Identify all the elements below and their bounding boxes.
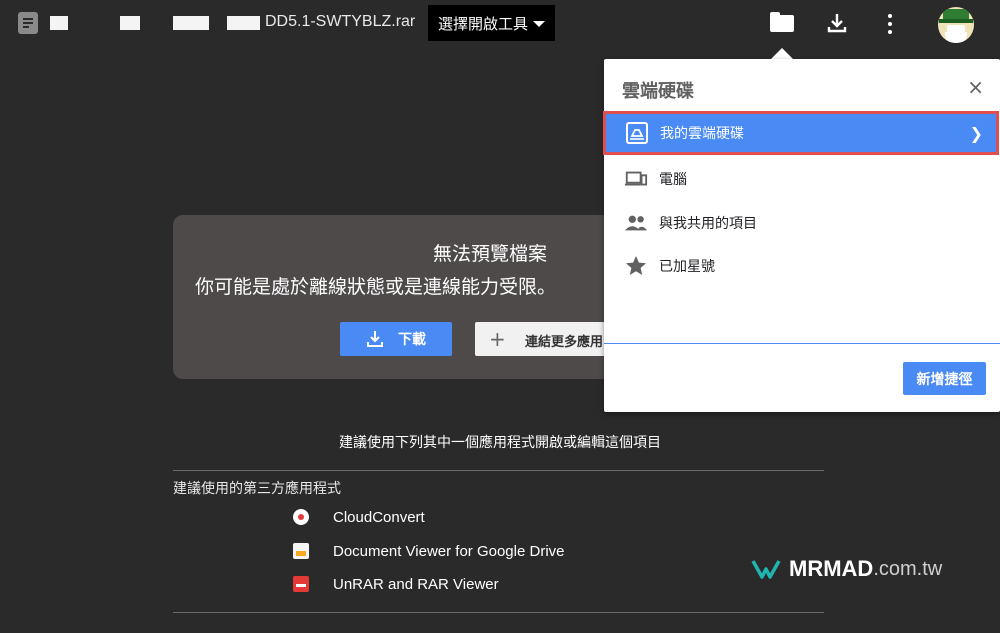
mrmad-logo-icon xyxy=(751,560,781,579)
chevron-right-icon: ❯ xyxy=(969,123,983,143)
star-icon xyxy=(626,256,646,275)
file-name: DD5.1-SWTYBLZ.rar xyxy=(265,13,416,30)
popup-item-shared-with-me[interactable]: 與我共用的項目 xyxy=(604,203,1000,243)
download-icon[interactable] xyxy=(826,12,848,34)
file-type-icon xyxy=(18,12,38,34)
more-options-icon[interactable] xyxy=(887,14,893,34)
preview-title: 無法預覽檔案 xyxy=(433,243,548,265)
app-item-rar-viewer[interactable]: UnRAR and RAR Viewer xyxy=(293,574,499,594)
drive-icon xyxy=(626,122,648,144)
divider xyxy=(173,470,824,471)
app-name: Document Viewer for Google Drive xyxy=(333,542,565,560)
download-icon xyxy=(367,331,383,347)
plus-icon: + xyxy=(489,327,506,351)
open-with-dropdown[interactable]: 選擇開啟工具 xyxy=(428,5,555,41)
watermark-logo: MRMAD .com.tw xyxy=(751,556,942,582)
redacted-text-block xyxy=(50,16,68,30)
popup-item-label: 我的雲端硬碟 xyxy=(660,126,744,142)
popup-title: 雲端硬碟 xyxy=(622,81,694,102)
caret-down-icon xyxy=(533,21,545,27)
drive-location-popup: 雲端硬碟 × 我的雲端硬碟 ❯ 電腦 與我共用的項目 已加星號 新增捷徑 xyxy=(603,59,1000,412)
popup-item-label: 與我共用的項目 xyxy=(659,216,757,232)
app-item-document-viewer[interactable]: Document Viewer for Google Drive xyxy=(293,541,565,561)
third-party-apps-title: 建議使用的第三方應用程式 xyxy=(173,481,341,497)
connect-more-apps-label: 連結更多應用 xyxy=(525,335,604,350)
redacted-text-block xyxy=(173,16,209,30)
folder-icon[interactable] xyxy=(770,12,794,32)
popup-divider xyxy=(604,343,1000,344)
document-viewer-icon xyxy=(293,543,309,559)
download-button[interactable]: 下載 xyxy=(340,322,452,356)
cloudconvert-icon xyxy=(293,509,309,525)
close-icon[interactable]: × xyxy=(967,75,984,99)
open-with-label: 選擇開啟工具 xyxy=(438,14,529,33)
download-label: 下載 xyxy=(398,332,426,348)
rar-viewer-icon xyxy=(293,576,309,592)
app-item-cloudconvert[interactable]: CloudConvert xyxy=(293,507,425,527)
watermark-tld: .com.tw xyxy=(873,557,943,580)
app-name: UnRAR and RAR Viewer xyxy=(333,575,499,593)
suggestions-heading: 建議使用下列其中一個應用程式開啟或編輯這個項目 xyxy=(339,435,661,451)
add-shortcut-button[interactable]: 新增捷徑 xyxy=(903,362,986,395)
popup-item-label: 已加星號 xyxy=(659,259,715,275)
avatar[interactable] xyxy=(938,7,974,43)
popup-item-starred[interactable]: 已加星號 xyxy=(604,246,1000,286)
watermark-brand: MRMAD xyxy=(789,556,874,581)
app-name: CloudConvert xyxy=(333,508,425,526)
preview-subtitle: 你可能是處於離線狀態或是連線能力受限。 xyxy=(195,276,557,298)
divider xyxy=(173,612,824,613)
computer-icon xyxy=(624,171,648,186)
shared-people-icon xyxy=(624,215,648,231)
redacted-text-block xyxy=(120,16,140,30)
popup-item-my-drive[interactable]: 我的雲端硬碟 ❯ xyxy=(603,111,999,155)
popup-item-computers[interactable]: 電腦 xyxy=(604,159,1000,199)
redacted-text-block xyxy=(227,16,260,30)
popup-item-label: 電腦 xyxy=(659,172,687,188)
preview-unavailable-card: 無法預覽檔案 你可能是處於離線狀態或是連線能力受限。 下載 + 連結更多應用 xyxy=(173,215,635,379)
